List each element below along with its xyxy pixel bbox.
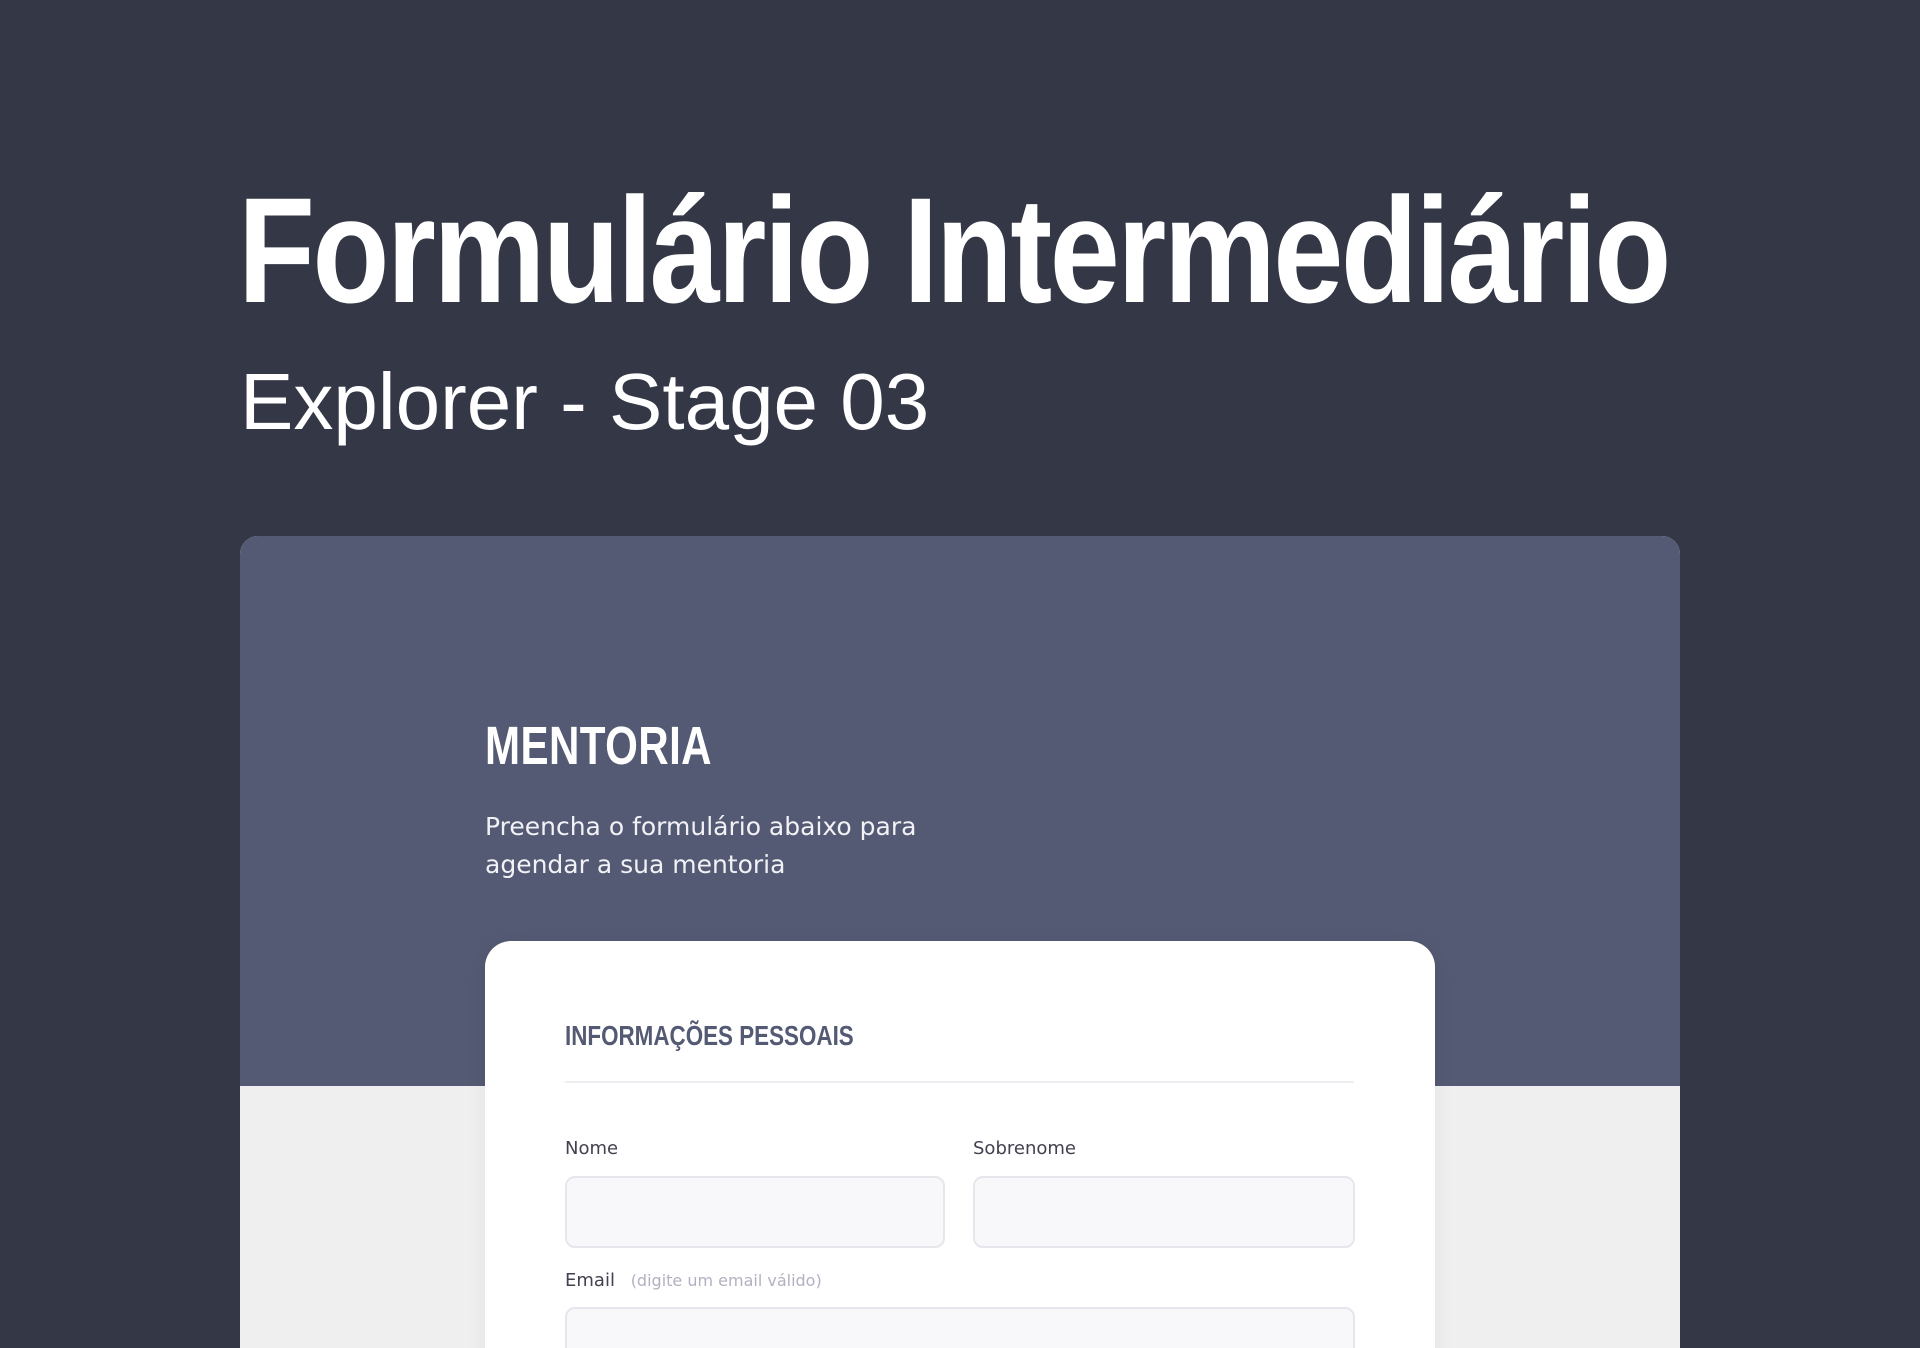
- email-hint: (digite um email válido): [630, 1271, 822, 1290]
- last-name-label: Sobrenome: [973, 1138, 1076, 1159]
- email-label-row: Email (digite um email válido): [565, 1270, 822, 1292]
- email-label: Email: [565, 1270, 615, 1291]
- email-input[interactable]: [565, 1307, 1355, 1348]
- first-name-label: Nome: [565, 1138, 619, 1159]
- first-name-input[interactable]: [565, 1176, 945, 1248]
- page-title: Formulário Intermediário: [238, 166, 1671, 334]
- form-card: INFORMAÇÕES PESSOAIS Nome Sobrenome Emai…: [485, 941, 1435, 1348]
- form-preview: MENTORIA Preencha o formulário abaixo pa…: [240, 536, 1680, 1348]
- section-title: INFORMAÇÕES PESSOAIS: [565, 1020, 854, 1051]
- section-divider: [565, 1081, 1354, 1083]
- last-name-input[interactable]: [973, 1176, 1355, 1248]
- page-subtitle: Explorer - Stage 03: [240, 357, 930, 446]
- brand-description: Preencha o formulário abaixo para agenda…: [485, 812, 917, 879]
- brand-title: MENTORIA: [485, 716, 712, 776]
